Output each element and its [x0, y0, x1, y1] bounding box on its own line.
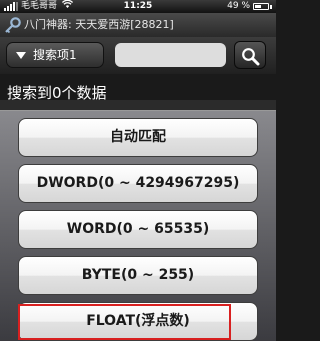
- toolbar: 搜索项1: [0, 37, 276, 74]
- option-word-button[interactable]: WORD(0 ~ 65535): [18, 210, 258, 249]
- search-icon: [242, 48, 260, 66]
- search-button[interactable]: [234, 41, 266, 69]
- dropdown-triangle-icon: [16, 52, 26, 59]
- battery-percent: 49 %: [227, 1, 250, 11]
- title-bar: 八门神器: 天天爱西游[28821]: [0, 13, 276, 37]
- status-bar: 毛毛哥哥 11:25 49 %: [0, 0, 276, 13]
- battery-group: 49 %: [227, 0, 272, 13]
- search-item-label: 搜索项1: [33, 48, 77, 62]
- search-item-dropdown[interactable]: 搜索项1: [6, 42, 104, 68]
- option-byte-button[interactable]: BYTE(0 ~ 255): [18, 256, 258, 295]
- option-dword-button[interactable]: DWORD(0 ~ 4294967295): [18, 164, 258, 203]
- option-float-button[interactable]: FLOAT(浮点数): [18, 302, 258, 341]
- option-auto-match-button[interactable]: 自动匹配: [18, 118, 258, 157]
- search-input[interactable]: [115, 43, 226, 67]
- key-icon: [4, 16, 22, 34]
- app-title: 八门神器: 天天爱西游[28821]: [24, 18, 174, 31]
- battery-icon: [253, 3, 269, 10]
